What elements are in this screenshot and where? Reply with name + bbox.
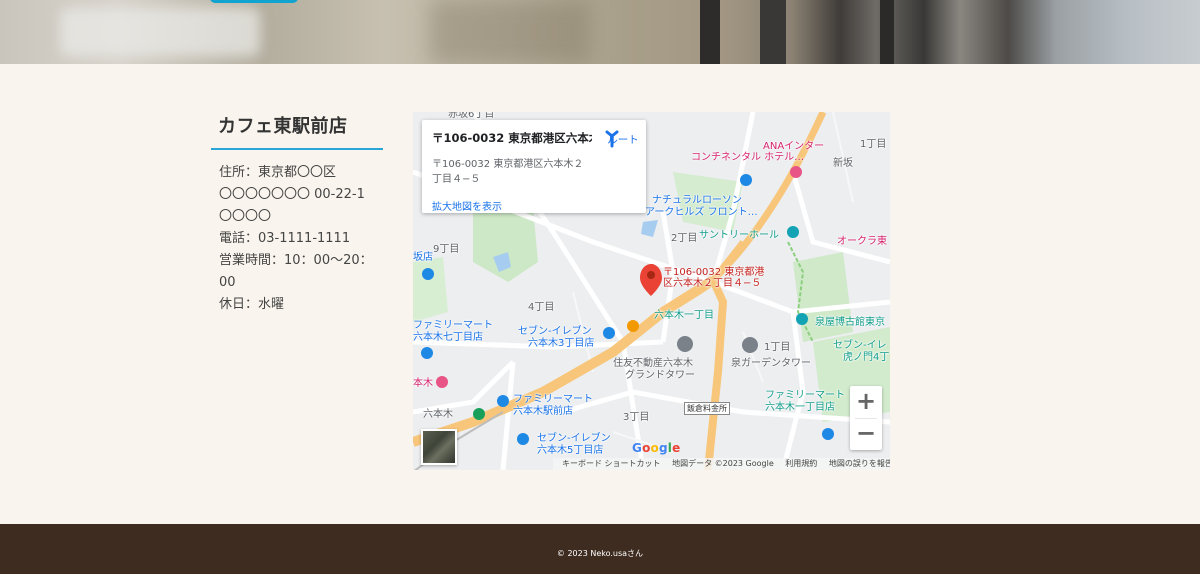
map-label: 泉ガーデンタワー (731, 358, 811, 369)
map-label: 新坂 (833, 158, 853, 169)
shop-address: 住所：東京都〇〇区 〇〇〇〇〇〇〇 00-22-1 〇〇〇〇 (219, 162, 383, 228)
address-line: 住所：東京都〇〇区 (219, 165, 337, 180)
map-label: 六本木5丁目店 (537, 445, 604, 456)
map-label: 9丁目 (433, 244, 460, 255)
shop-hours: 営業時間：10：00〜20： 00 (219, 250, 383, 294)
copyright: © 2023 Neko.usaさん (556, 549, 644, 558)
map-card-address: 〒106-0032 東京都港区六本木２丁目４−５ (432, 159, 584, 185)
shop-name: カフェ東駅前店 (211, 112, 383, 150)
map-card-title: 〒106-0032 東京都港区六本木... (432, 131, 592, 145)
directions-icon (605, 130, 619, 148)
map-label: 六本木七丁目店 (413, 332, 483, 343)
report-error-link[interactable]: 地図の誤りを報告する (829, 459, 890, 468)
map-label: 泉屋博古館東京 (815, 317, 885, 328)
map-label: 虎ノ門4丁 (843, 352, 890, 363)
map-label: 住友不動産六本木 (613, 358, 693, 369)
map-label: 2丁目 (671, 233, 698, 244)
map-label: 六本木駅前店 (513, 406, 573, 417)
hero-blur-book (60, 8, 260, 56)
zoom-out-button[interactable]: − (850, 418, 882, 450)
map-label: 六本木一丁目 (654, 310, 714, 321)
terms-link[interactable]: 利用規約 (785, 459, 817, 468)
hero-button[interactable] (210, 0, 298, 3)
hours-line: 00 (219, 275, 236, 290)
zoom-controls: + − (850, 386, 882, 450)
satellite-toggle[interactable] (421, 429, 457, 465)
shop-details: 住所：東京都〇〇区 〇〇〇〇〇〇〇 00-22-1 〇〇〇〇 電話：03-111… (211, 150, 383, 316)
divider (855, 418, 877, 419)
address-line: 〇〇〇〇 (219, 209, 272, 224)
map-label: 六本木 (423, 409, 453, 420)
map-label: 本木 (413, 378, 433, 389)
map-label: サントリーホール (699, 230, 779, 241)
hero-post (700, 0, 720, 64)
map-label: セブン-イレ (833, 340, 887, 351)
shop-holiday: 休日：水曜 (219, 297, 285, 312)
pin-label: 区六本木２丁目４−５ (663, 278, 762, 289)
zoom-in-button[interactable]: + (850, 386, 882, 418)
map-label: 坂店 (413, 252, 433, 263)
hero-post (880, 0, 894, 64)
hero-blur-table (430, 0, 590, 64)
hours-line: 営業時間：10：00〜20： (219, 253, 373, 268)
google-logo: Google (632, 441, 681, 455)
map-label: オークラ東 (837, 236, 887, 247)
map-label: 六本木3丁目店 (528, 338, 595, 349)
shop-info: カフェ東駅前店 住所：東京都〇〇区 〇〇〇〇〇〇〇 00-22-1 〇〇〇〇 電… (211, 112, 383, 316)
map-label: グランドタワー (625, 370, 695, 381)
map-label: ファミリーマート (413, 320, 493, 331)
keyboard-shortcuts-link[interactable]: キーボード ショートカット (562, 459, 661, 468)
map-label: セブン-イレブン (537, 433, 611, 444)
address-line: 〇〇〇〇〇〇〇 00-22-1 (219, 187, 365, 202)
map-label: ナチュラルローソン (652, 195, 742, 206)
hero-image (0, 0, 1200, 64)
map-info-card: 〒106-0032 東京都港区六本木... 〒106-0032 東京都港区六本木… (422, 120, 646, 213)
map-label: 六本木一丁目店 (765, 402, 835, 413)
map-label: 3丁目 (623, 412, 650, 423)
location-pin-icon (640, 264, 662, 296)
map-label: 飯倉料金所 (684, 402, 730, 415)
route-button[interactable]: ルート (603, 130, 643, 148)
map-label: 赤坂6丁目 (448, 112, 495, 120)
map-label: 1丁目 (764, 342, 791, 353)
map-label: ファミリーマート (513, 394, 593, 405)
map-label: ファミリーマート (765, 390, 845, 401)
map-data-label: 地図データ ©2023 Google (672, 459, 774, 468)
map-label: コンチネンタル ホテル… (691, 152, 805, 163)
map-label: ANAインター (763, 141, 825, 152)
map-label: 4丁目 (528, 302, 555, 313)
map-label: 1丁目 (860, 139, 887, 150)
pin-label: 〒106-0032 東京都港 (663, 267, 765, 278)
map-attribution: キーボード ショートカット 地図データ ©2023 Google 利用規約 地図… (553, 458, 890, 470)
footer: © 2023 Neko.usaさん (0, 524, 1200, 574)
hero-post (760, 0, 786, 64)
shop-phone: 電話：03-1111-1111 (219, 231, 351, 246)
map-label: アークヒルズ フロント… (645, 207, 758, 218)
view-larger-map-link[interactable]: 拡大地図を表示 (432, 198, 502, 213)
google-map[interactable]: 赤坂6丁目 ANAインター コンチネンタル ホテル… 1丁目 新坂 ナチュラルロ… (413, 112, 890, 470)
map-label: セブン-イレブン (518, 326, 592, 337)
